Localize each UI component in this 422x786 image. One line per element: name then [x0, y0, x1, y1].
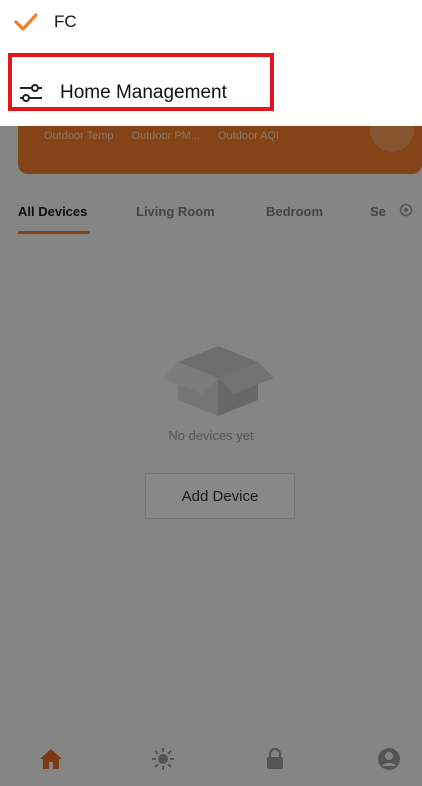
home-menu-current[interactable]: FC — [0, 0, 422, 60]
app-screen: Outdoor Temp Outdoor PM... Outdoor AQI A… — [0, 0, 422, 786]
dim-overlay[interactable] — [0, 126, 422, 786]
checkmark-icon — [14, 13, 38, 31]
highlight-box — [8, 53, 274, 111]
current-home-name: FC — [54, 12, 77, 31]
